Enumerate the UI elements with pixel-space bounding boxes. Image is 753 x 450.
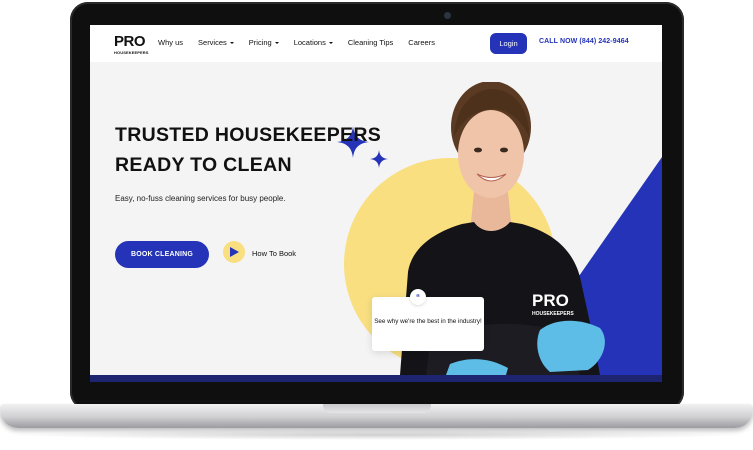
nav-label: Cleaning Tips — [347, 38, 394, 47]
shirt-logo-sub-text: HOUSEKEEPERS — [532, 311, 574, 317]
hero-title-line1: TRUSTED HOUSEKEEPERS — [115, 124, 382, 146]
nav-label: Pricing — [248, 38, 272, 47]
browser-screen: PRO HOUSEKEEPERS Why us Services Pricing… — [90, 25, 662, 382]
nav-item-cleaning-tips[interactable]: Cleaning Tips — [348, 38, 393, 47]
play-video-button[interactable] — [223, 241, 245, 263]
logo-main-text: PRO — [114, 33, 146, 50]
login-button[interactable]: Login — [490, 33, 527, 54]
nav-item-careers[interactable]: Careers — [408, 38, 435, 47]
nav-label: Locations — [293, 38, 326, 47]
site-navbar: PRO HOUSEKEEPERS Why us Services Pricing… — [90, 25, 662, 62]
caret-down-icon — [328, 41, 333, 44]
nav-item-pricing[interactable]: Pricing — [249, 38, 279, 47]
nav-item-locations[interactable]: Locations — [294, 38, 333, 47]
laptop-notch — [323, 404, 431, 413]
laptop-shadow — [10, 430, 743, 440]
how-to-book-link[interactable]: How To Book — [252, 249, 296, 258]
nav-label: Services — [198, 38, 227, 47]
hero-title: TRUSTED HOUSEKEEPERS READY TO CLEAN — [115, 120, 381, 180]
caret-down-icon — [229, 41, 234, 44]
footer-strip — [90, 375, 662, 382]
site-logo[interactable]: PRO HOUSEKEEPERS — [114, 34, 150, 56]
nav-item-services[interactable]: Services — [198, 38, 234, 47]
logo-sub-text: HOUSEKEEPERS — [114, 50, 149, 55]
hero-section: PRO HOUSEKEEPERS TRUSTED HOUSEKEEPERS RE… — [90, 62, 662, 375]
hero-title-line2: READY TO CLEAN — [115, 154, 292, 176]
hero-subtitle: Easy, no-fuss cleaning services for busy… — [115, 194, 286, 203]
testimonial-card[interactable]: See why we're the best in the industry! — [372, 297, 484, 351]
call-now-link[interactable]: CALL NOW (844) 242-9464 — [539, 38, 629, 45]
nav-label: Why us — [158, 38, 184, 47]
nav-menu: Why us Services Pricing Locations Cleani… — [158, 38, 450, 47]
play-icon — [230, 247, 239, 257]
nav-item-why-us[interactable]: Why us — [158, 38, 183, 47]
shirt-logo-text: PRO — [532, 291, 569, 310]
caret-down-icon — [274, 41, 279, 44]
camera-icon — [444, 12, 451, 19]
nav-label: Careers — [408, 38, 435, 47]
book-cleaning-button[interactable]: BOOK CLEANING — [115, 241, 209, 268]
testimonial-text: See why we're the best in the industry! — [374, 318, 482, 325]
quote-icon: “ — [410, 289, 426, 305]
